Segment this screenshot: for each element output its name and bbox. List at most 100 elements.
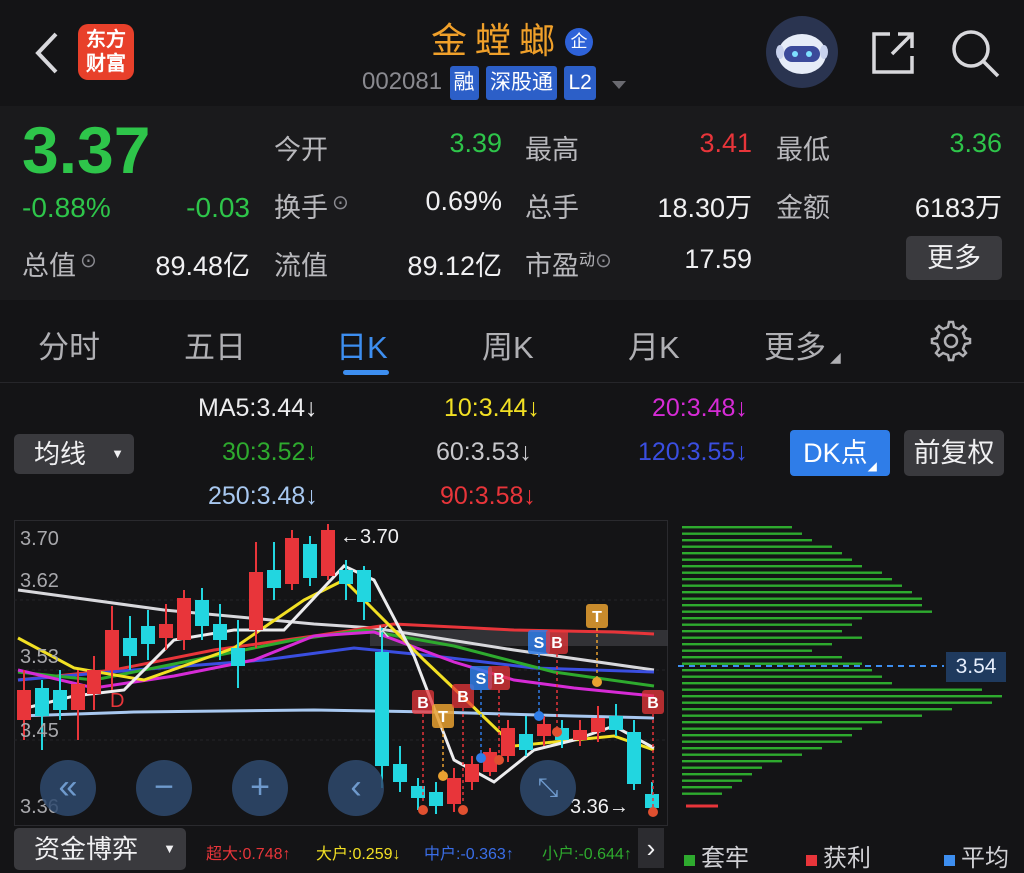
tab-monthly-k[interactable]: 月K: [628, 322, 680, 367]
chip-bar: [682, 623, 852, 626]
legend-average: 平均: [944, 838, 1009, 873]
fullscreen-button[interactable]: ⤡: [520, 760, 576, 816]
tag-connect: 深股通: [486, 66, 557, 100]
chip-bar: [682, 532, 802, 535]
red-square-icon: [806, 855, 817, 866]
value-float: 89.12亿: [407, 251, 502, 281]
tab-weekly-k[interactable]: 周K: [482, 322, 534, 367]
legend-profit: 获利: [806, 838, 871, 873]
candle-body: [303, 544, 317, 578]
fund-flow-select[interactable]: 资金博弈 ▼: [14, 828, 186, 870]
value-amount: 6183万: [914, 193, 1002, 223]
candle-body: [573, 730, 587, 740]
chip-bar: [682, 688, 982, 691]
forward-adjust-button[interactable]: 前复权: [904, 430, 1004, 476]
value-low: 3.36: [949, 128, 1002, 158]
ma250-value: 250:3.48↓: [208, 482, 318, 510]
chart-settings-button[interactable]: [930, 320, 972, 362]
tag-l2: L2: [564, 66, 596, 100]
candle-body: [393, 764, 407, 782]
tab-intraday[interactable]: 分时: [38, 322, 100, 367]
chip-bar: [682, 597, 922, 600]
change-percent: -0.88%: [22, 192, 111, 223]
chip-avg-label: 3.54: [946, 652, 1006, 682]
label-low: 最低: [776, 135, 830, 165]
robot-avatar[interactable]: [766, 16, 838, 88]
more-quote-button[interactable]: 更多: [906, 236, 1002, 280]
label-turnover[interactable]: 换手 ⊙: [274, 186, 349, 225]
candle-body: [213, 624, 227, 640]
chip-bar: [682, 610, 932, 613]
chip-bar: [682, 604, 922, 607]
chevron-left-icon: ‹: [350, 768, 362, 806]
legend-trapped: 套牢: [684, 838, 749, 873]
chip-bar: [682, 656, 842, 659]
minus-icon: −: [154, 768, 174, 806]
stock-subtitle[interactable]: 002081 融 深股通 L2: [362, 66, 627, 100]
svg-text:S: S: [534, 635, 545, 652]
ma90-value: 90:3.58↓: [440, 482, 536, 510]
candle-body: [285, 538, 299, 584]
candle-body: [87, 670, 101, 694]
d-marker: D: [110, 690, 125, 712]
flow-super: 超大:0.748↑: [206, 846, 291, 863]
candle-body: [501, 728, 515, 756]
value-mktcap: 89.48亿: [155, 251, 250, 281]
tab-daily-k[interactable]: 日K: [336, 322, 388, 367]
svg-text:S: S: [476, 671, 487, 688]
chip-bar: [682, 571, 882, 574]
candle-body: [123, 638, 137, 656]
chip-bar: [682, 747, 822, 750]
candle-body: [105, 630, 119, 670]
candle-body: [249, 572, 263, 630]
chip-bar: [682, 558, 852, 561]
search-button[interactable]: [948, 26, 1002, 80]
label-pe[interactable]: 市盈动⊙: [525, 244, 612, 283]
low-price-marker: 3.36→: [570, 796, 629, 818]
svg-text:B: B: [551, 635, 563, 652]
share-button[interactable]: [868, 28, 918, 78]
dk-point-button[interactable]: DK点◢: [790, 430, 890, 476]
candle-body: [375, 652, 389, 766]
candle-body: [357, 570, 371, 602]
zoom-in-button[interactable]: +: [232, 760, 288, 816]
candle-body: [195, 600, 209, 626]
kline-chart[interactable]: B T B S B S B T B 3.70 3.62 3.53 3.45 3.…: [14, 520, 668, 826]
candle-body: [141, 626, 155, 644]
ma20-value: 20:3.48↓: [652, 394, 748, 422]
chip-bar: [682, 591, 912, 594]
scroll-left-button[interactable]: ‹: [328, 760, 384, 816]
chip-bar: [682, 669, 872, 672]
corner-caret-icon: ◢: [830, 349, 841, 365]
label-float: 流值: [274, 251, 328, 281]
svg-text:T: T: [438, 709, 448, 726]
dropdown-triangle-icon: ▼: [111, 446, 124, 461]
chip-bar: [682, 526, 792, 529]
svg-text:B: B: [493, 671, 505, 688]
candle-body: [159, 624, 173, 638]
value-high: 3.41: [699, 128, 752, 158]
chip-bar: [682, 714, 922, 717]
chip-bar: [682, 773, 752, 776]
tab-more[interactable]: 更多 ◢: [764, 322, 841, 367]
scroll-left-fast-button[interactable]: «: [40, 760, 96, 816]
chip-bar: [682, 565, 862, 568]
flow-next-button[interactable]: ›: [638, 828, 664, 868]
info-icon: ⊙: [595, 250, 612, 272]
chip-bar: [682, 708, 952, 711]
chip-bar: [682, 734, 852, 737]
y-label-3: 3.53: [20, 646, 59, 668]
value-open: 3.39: [449, 128, 502, 158]
chip-distribution[interactable]: 3.54: [678, 520, 1008, 826]
info-icon: ⊙: [332, 192, 349, 214]
k-marker: K: [378, 622, 390, 641]
double-chevron-left-icon: «: [58, 768, 78, 806]
indicator-select[interactable]: 均线 ▼: [14, 434, 134, 474]
candle-body: [339, 570, 353, 584]
chip-bar: [682, 779, 742, 782]
label-mktcap[interactable]: 总值 ⊙: [22, 244, 97, 283]
ma120-value: 120:3.55↓: [638, 438, 748, 466]
tab-five-day[interactable]: 五日: [184, 322, 246, 367]
y-label-4: 3.45: [20, 720, 59, 742]
zoom-out-button[interactable]: −: [136, 760, 192, 816]
